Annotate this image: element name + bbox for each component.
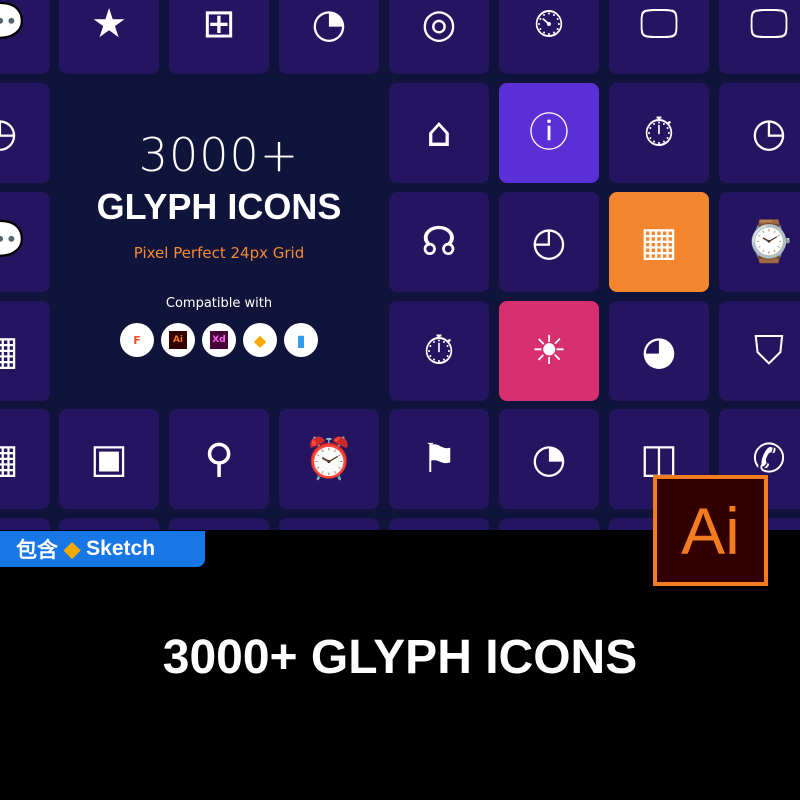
icon-tile [499, 518, 599, 530]
icon-tile [59, 518, 159, 530]
monitor-wifi-icon: 🖵 [639, 1, 679, 47]
icon-tile: ⛉ [719, 301, 800, 401]
xd-icon: Xd [202, 323, 236, 357]
location-star-icon: ⚑ [421, 436, 457, 482]
clock-tag-icon: ⏲ [533, 1, 565, 47]
network-icon: ⊞ [202, 1, 236, 47]
footer-title: 3000+ GLYPH ICONS [162, 631, 638, 684]
icon-tile: ◴ [499, 192, 599, 292]
icon-tile: ⏱ [609, 83, 709, 183]
chat-clock-icon: ◷ [0, 113, 17, 153]
sketch-diamond-icon: ◆ [64, 537, 81, 561]
icon-tile: ⊞ [169, 0, 269, 74]
illustrator-icon: Ai [161, 323, 195, 357]
calendar-icon: ▦ [0, 331, 19, 371]
icon-tile: ★ [59, 0, 159, 74]
icon-tile: 🖵 [719, 0, 800, 74]
clock-box-icon: ◫ [640, 436, 678, 482]
app-list: F Ai Xd ◆ ▮ [59, 323, 379, 357]
icon-tile: ⌚ [719, 192, 800, 292]
monitor-wifi-icon: 🖵 [749, 1, 789, 47]
sketch-icon: ◆ [243, 323, 277, 357]
calendar-clock-icon: ▦ [0, 439, 19, 479]
icon-tile: ◔ [499, 409, 599, 509]
icon-tile: ☀ [499, 301, 599, 401]
icon-tile: ⚑ [389, 409, 489, 509]
hero-title: GLYPH ICONS [96, 186, 342, 227]
icon-tile: ⏲ [499, 0, 599, 74]
icon-tile: ◕ [609, 301, 709, 401]
icon-tile: 💬 [0, 0, 50, 74]
icon-tile: ⚲ [169, 409, 269, 509]
shield-clock-icon: ⛉ [754, 328, 784, 374]
clock-dome-icon: ◴ [531, 219, 567, 265]
stopwatch-icon: ⏱ [423, 328, 455, 374]
target-icon: ◎ [421, 1, 457, 47]
icon-tile [389, 518, 489, 530]
clock-icon: ◷ [751, 110, 787, 156]
badge-label-cn: 包含 [16, 539, 58, 562]
headset-icon: ☊ [421, 219, 457, 265]
icon-tile: 🖵 [609, 0, 709, 74]
icon-count: 3000+ [138, 128, 300, 182]
icon-tile [0, 518, 50, 530]
hero-subtitle: Pixel Perfect 24px Grid [133, 244, 305, 262]
timer-icon: ◔ [311, 1, 347, 47]
icon-tile: 💬 [0, 192, 50, 292]
icon-tile: ▦ [0, 301, 50, 401]
icon-tile: ⌂ [389, 83, 489, 183]
icon-tile: ◷ [719, 83, 800, 183]
badge-stars-icon: ★ [91, 1, 127, 47]
icon-tile: ▦ [0, 409, 50, 509]
sun-icon: ☀ [531, 328, 567, 374]
stopwatch-icon: ⏱ [643, 110, 675, 156]
icon-tile: ▦ [609, 192, 709, 292]
chat-icon: 💬 [0, 4, 25, 44]
icon-tile: ▣ [59, 409, 159, 509]
figma-icon: F [120, 323, 154, 357]
icon-tile: ☊ [389, 192, 489, 292]
illustrator-logo: Ai [653, 475, 768, 586]
timer-icon: ◔ [531, 436, 567, 482]
icon-tile: ⏰ [279, 409, 379, 509]
clock-frame-icon: ▣ [90, 436, 128, 482]
icon-tile: ⓘ [499, 83, 599, 183]
phone-x-icon: ✆ [752, 436, 786, 482]
iconjar-icon: ▮ [284, 323, 318, 357]
promo-panel: 3000+ GLYPH ICONS Pixel Perfect 24px Gri… [59, 83, 379, 401]
chat-icon: 💬 [0, 222, 25, 262]
hero-banner: 💬 ★ ⊞ ◔ ◎ ⏲ 🖵 🖵 ◷ ⌂ ⓘ ⏱ ◷ 💬 ☊ ◴ ▦ ⌚ ▦ ⏱ ☀ ◕ ⛉ ▦ ▣ ⚲ ⏰ ⚑ ◔ ◫ ✆ 3000+ GL… [0, 0, 800, 530]
timer-refresh-icon: ◕ [641, 328, 677, 374]
icon-tile [169, 518, 269, 530]
icon-tile: ⏱ [389, 301, 489, 401]
alarm-clock-icon: ⏰ [304, 436, 354, 482]
calendar-x-icon: ▦ [640, 219, 678, 265]
compatible-label: Compatible with [165, 296, 273, 311]
icon-tile: ◎ [389, 0, 489, 74]
icon-tile: ◔ [279, 0, 379, 74]
badge-label: Sketch [86, 537, 156, 560]
info-chat-icon: ⓘ [529, 110, 569, 156]
smartwatch-icon: ⌚ [744, 219, 794, 265]
icon-tile: ◷ [0, 83, 50, 183]
sketch-badge: 包含 ◆ Sketch [0, 531, 205, 567]
clock-search-icon: ⚲ [204, 436, 234, 482]
tombstone-icon: ⌂ [426, 110, 452, 156]
icon-tile [279, 518, 379, 530]
